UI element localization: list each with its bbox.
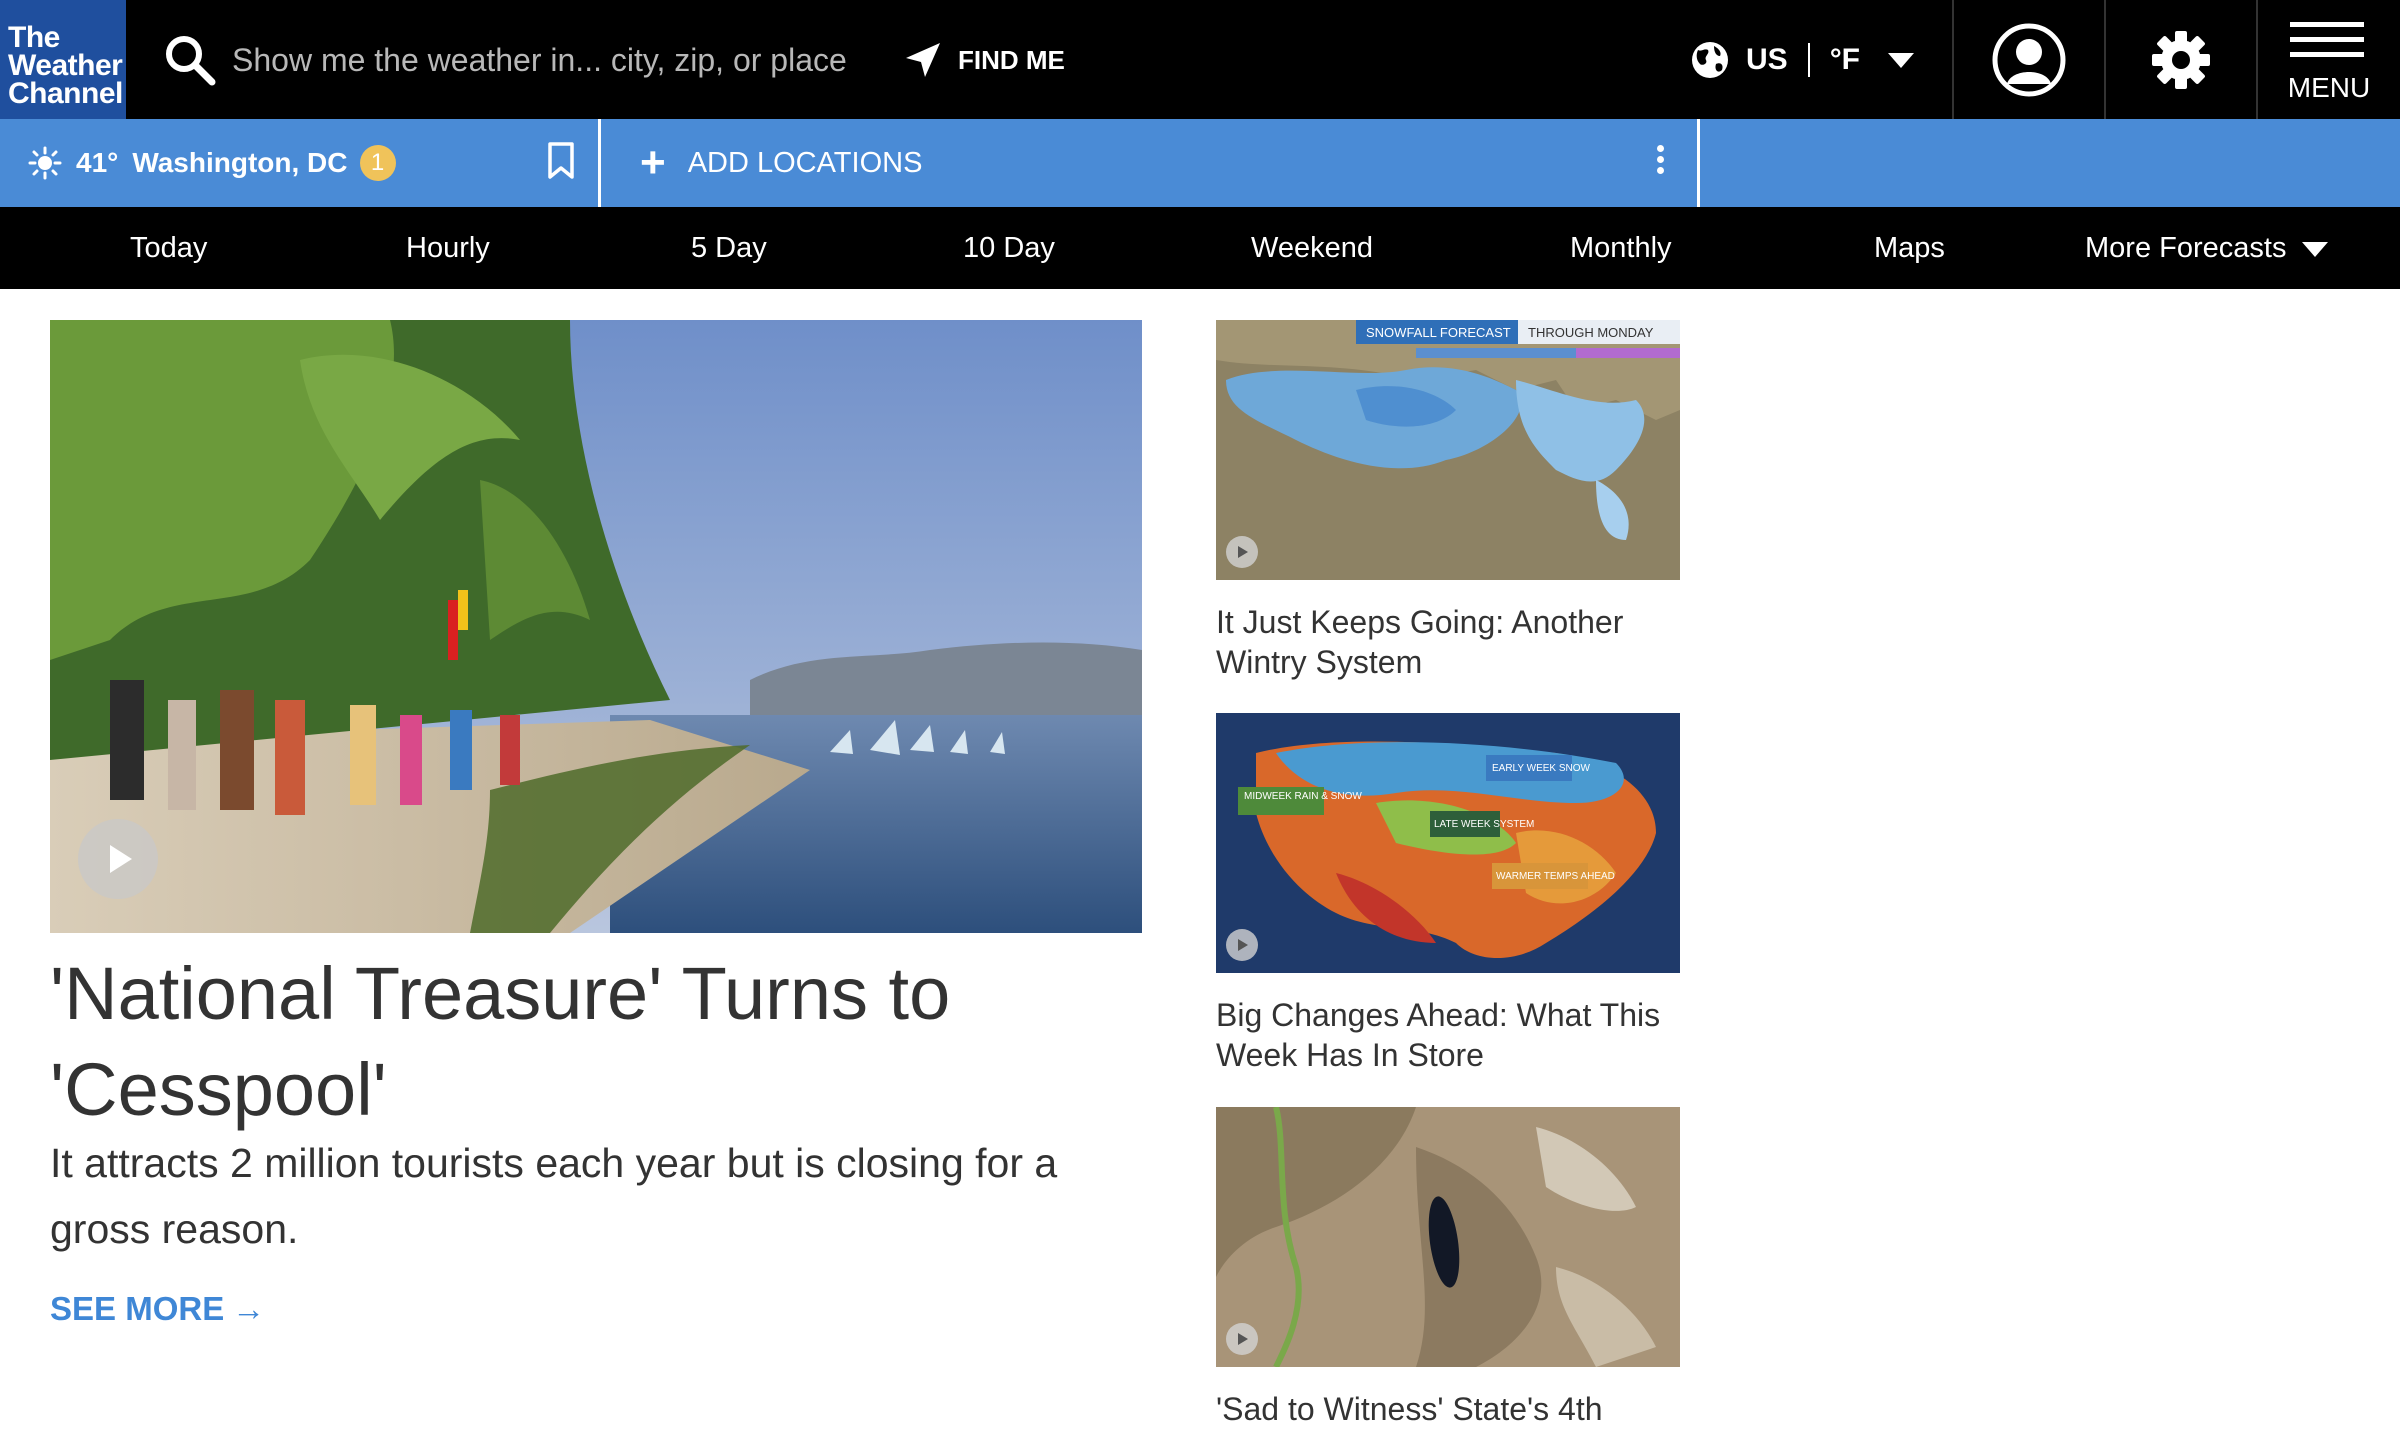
play-icon[interactable] xyxy=(78,819,158,899)
video-card[interactable]: MIDWEEK RAIN & SNOW EARLY WEEK SNOW LATE… xyxy=(1216,713,1680,1075)
alert-badge[interactable]: 1 xyxy=(359,145,396,181)
logo-line-1: The xyxy=(8,21,60,54)
video-card[interactable]: SNOWFALL FORECAST THROUGH MONDAY It Just… xyxy=(1216,320,1680,682)
weather-channel-logo[interactable]: The Weather Channel xyxy=(0,0,126,119)
nav-monthly[interactable]: Monthly xyxy=(1570,207,1672,289)
user-icon xyxy=(1992,23,2066,96)
nav-weekend[interactable]: Weekend xyxy=(1251,207,1373,289)
see-more-label: SEE MORE xyxy=(50,1290,225,1327)
hero-title[interactable]: 'National Treasure' Turns to 'Cesspool' xyxy=(50,946,1142,1138)
location-arrow-icon xyxy=(906,43,940,77)
snowfall-map-image: SNOWFALL FORECAST THROUGH MONDAY xyxy=(1216,320,1680,580)
play-icon[interactable] xyxy=(1226,1323,1258,1355)
video-title[interactable]: 'Sad to Witness' State's 4th xyxy=(1216,1389,1680,1429)
units-divider xyxy=(1807,43,1810,77)
temperature-map-image: MIDWEEK RAIN & SNOW EARLY WEEK SNOW LATE… xyxy=(1216,713,1680,973)
current-location[interactable]: 41° Washington, DC 1 xyxy=(0,119,598,207)
find-me-button[interactable]: FIND ME xyxy=(904,36,1065,84)
settings-button[interactable] xyxy=(2106,0,2256,119)
sun-icon xyxy=(28,146,62,180)
map-label-3: LATE WEEK SYSTEM xyxy=(1434,819,1534,830)
map-label-1: MIDWEEK RAIN & SNOW xyxy=(1244,791,1362,802)
forecast-nav: Today Hourly 5 Day 10 Day Weekend Monthl… xyxy=(0,207,2400,289)
map-label-4: WARMER TEMPS AHEAD xyxy=(1496,871,1615,882)
logo-line-3: Channel xyxy=(8,77,123,110)
video-card[interactable]: 'Sad to Witness' State's 4th xyxy=(1216,1107,1680,1429)
nav-5-day[interactable]: 5 Day xyxy=(691,207,767,289)
globe-icon xyxy=(1692,42,1728,78)
menu-button[interactable]: MENU xyxy=(2258,0,2400,119)
top-header: The Weather Channel FIND ME US °F xyxy=(0,0,2400,119)
video-title[interactable]: It Just Keeps Going: Another Wintry Syst… xyxy=(1216,602,1680,682)
video-title[interactable]: Big Changes Ahead: What This Week Has In… xyxy=(1216,995,1680,1075)
location-bar: 41° Washington, DC 1 + ADD LOCATIONS xyxy=(0,119,2400,207)
search-input[interactable] xyxy=(232,36,872,84)
divider xyxy=(1697,119,1700,207)
menu-label: MENU xyxy=(2287,72,2371,103)
nav-more-forecasts[interactable]: More Forecasts xyxy=(2085,207,2329,289)
bookmark-icon[interactable] xyxy=(546,141,576,181)
unit-label: °F xyxy=(1829,43,1861,76)
map-tag-1: SNOWFALL FORECAST xyxy=(1366,325,1511,340)
arrow-right-icon: → xyxy=(232,1290,266,1327)
user-account-button[interactable] xyxy=(1954,0,2104,119)
logo-line-2: Weather xyxy=(8,49,123,82)
video-thumbnail[interactable]: SNOWFALL FORECAST THROUGH MONDAY xyxy=(1216,320,1680,580)
play-icon[interactable] xyxy=(1226,929,1258,961)
video-thumbnail[interactable]: MIDWEEK RAIN & SNOW EARLY WEEK SNOW LATE… xyxy=(1216,713,1680,973)
more-forecasts-label: More Forecasts xyxy=(2085,232,2287,264)
chevron-down-icon xyxy=(2302,241,2329,257)
current-city: Washington, DC xyxy=(132,147,348,178)
nav-today[interactable]: Today xyxy=(130,207,207,289)
plus-icon: + xyxy=(640,138,666,187)
hero-video-thumbnail[interactable] xyxy=(50,320,1142,933)
nav-maps[interactable]: Maps xyxy=(1874,207,1945,289)
menu-icon xyxy=(2290,22,2364,67)
nav-10-day[interactable]: 10 Day xyxy=(963,207,1055,289)
chevron-down-icon xyxy=(1888,52,1915,68)
add-locations-button[interactable]: + ADD LOCATIONS xyxy=(640,119,922,207)
divider xyxy=(598,119,601,207)
find-me-label: FIND ME xyxy=(958,44,1065,75)
map-tag-2: THROUGH MONDAY xyxy=(1528,325,1654,340)
map-label-2: EARLY WEEK SNOW xyxy=(1492,763,1591,774)
gear-icon xyxy=(2152,30,2210,89)
see-more-link[interactable]: SEE MORE → xyxy=(50,1290,265,1328)
video-thumbnail[interactable] xyxy=(1216,1107,1680,1367)
hero-subtitle: It attracts 2 million tourists each year… xyxy=(50,1140,1058,1252)
play-icon[interactable] xyxy=(1226,536,1258,568)
beach-image xyxy=(50,320,1142,933)
satellite-image xyxy=(1216,1107,1680,1367)
search-icon[interactable] xyxy=(162,32,218,88)
country-label: US xyxy=(1746,43,1788,76)
kebab-icon[interactable] xyxy=(1648,145,1672,181)
units-selector[interactable]: US °F xyxy=(1746,36,1915,84)
add-locations-label: ADD LOCATIONS xyxy=(687,146,923,179)
current-temperature: 41° xyxy=(76,147,119,178)
nav-hourly[interactable]: Hourly xyxy=(406,207,490,289)
